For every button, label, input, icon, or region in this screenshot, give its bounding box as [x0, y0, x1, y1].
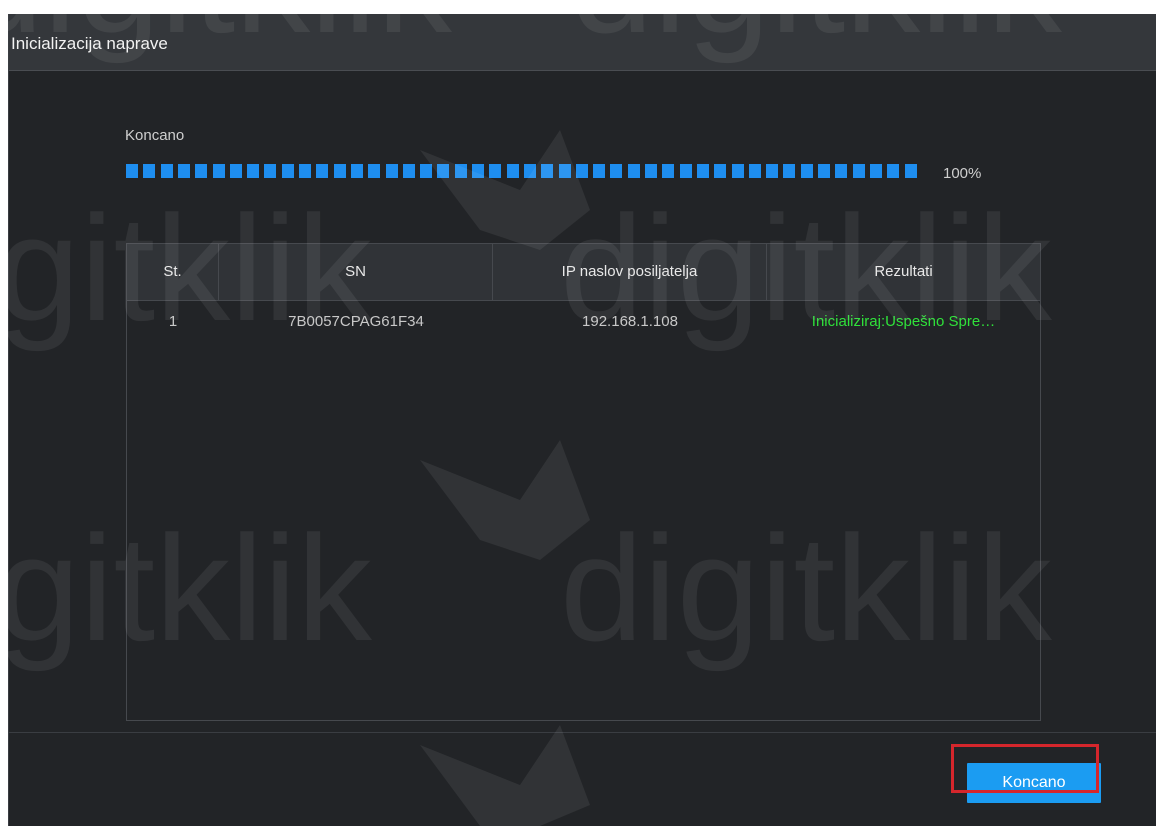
progress-segment — [904, 164, 917, 178]
progress-segment — [541, 164, 554, 178]
progress-segment — [472, 164, 484, 178]
cell-result: Inicializiraj:Uspešno Spre… — [811, 313, 996, 330]
progress-segment — [783, 164, 796, 178]
progress-segment — [800, 164, 813, 178]
progress-segment — [506, 164, 519, 178]
column-header-result: Rezultati — [874, 263, 933, 280]
progress-segment — [696, 164, 709, 178]
progress-segment — [454, 164, 467, 178]
progress-segment — [143, 164, 156, 178]
progress-segment — [385, 164, 398, 178]
progress-segment — [333, 164, 346, 178]
progress-segment — [489, 164, 502, 178]
progress-segment — [558, 164, 571, 178]
progress-segment — [160, 164, 173, 178]
progress-segment — [662, 164, 675, 178]
results-table: St. SN IP naslov posiljatelja Rezultati … — [126, 243, 1041, 721]
progress-segment — [350, 164, 363, 178]
progress-segment — [679, 164, 692, 178]
progress-segment — [575, 164, 588, 178]
cell-no: 1 — [168, 313, 178, 330]
column-header-sn: SN — [219, 244, 493, 300]
progress-percent: 100% — [943, 165, 982, 182]
progress-segment — [818, 164, 830, 178]
progress-segment — [264, 164, 277, 178]
progress-segment — [281, 164, 294, 178]
progress-segment — [126, 164, 138, 178]
cell-ip: 192.168.1.108 — [582, 313, 678, 330]
table-header: St. SN IP naslov posiljatelja Rezultati — [127, 244, 1040, 301]
progress-segment — [229, 164, 242, 178]
progress-segment — [402, 164, 415, 178]
progress-segment — [714, 164, 727, 178]
progress-segment — [316, 164, 329, 178]
progress-segment — [731, 164, 744, 178]
progress-segment — [748, 164, 761, 178]
column-header-no: St. — [127, 244, 219, 300]
progress-segment — [212, 164, 225, 178]
progress-segment — [766, 164, 779, 178]
progress-segment — [835, 164, 848, 178]
dialog-titlebar: Inicializacija naprave — [9, 14, 1156, 71]
table-row[interactable]: 1 7B0057CPAG61F34 192.168.1.108 Iniciali… — [127, 301, 1040, 343]
progress-segment — [869, 164, 882, 178]
progress-segment — [852, 164, 865, 178]
progress-segment — [299, 164, 311, 178]
progress-segment — [593, 164, 606, 178]
progress-segment — [247, 164, 260, 178]
footer-divider — [9, 732, 1156, 733]
progress-segment — [420, 164, 433, 178]
cell-sn: 7B0057CPAG61F34 — [288, 313, 424, 330]
highlight-box — [951, 744, 1099, 793]
progress-segment — [368, 164, 381, 178]
dialog-title: Inicializacija naprave — [11, 34, 168, 53]
column-header-ip: IP naslov posiljatelja — [493, 244, 767, 300]
progress-bar — [126, 164, 920, 178]
progress-segment — [645, 164, 657, 178]
progress-status-label: Koncano — [125, 127, 185, 144]
progress-segment — [610, 164, 623, 178]
progress-segment — [627, 164, 640, 178]
progress-segment — [177, 164, 190, 178]
device-init-dialog: Inicializacija naprave Koncano 100% St. … — [8, 14, 1156, 826]
progress-segment — [195, 164, 208, 178]
progress-segment — [887, 164, 900, 178]
progress-segment — [523, 164, 536, 178]
progress-segment — [437, 164, 450, 178]
